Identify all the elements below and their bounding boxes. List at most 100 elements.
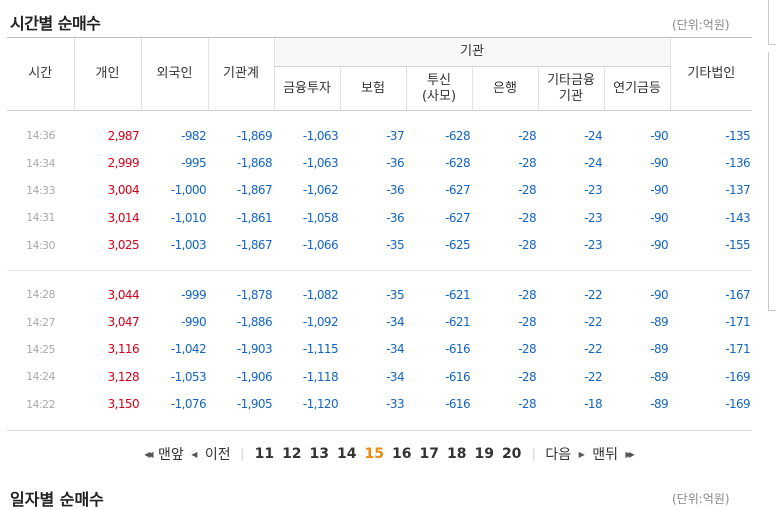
- page-number-14[interactable]: 14: [333, 446, 360, 462]
- cell-other-corp: -169: [725, 369, 751, 384]
- cell-pension: -90: [650, 238, 669, 253]
- cell-foreign: -995: [181, 156, 206, 171]
- cell-pension: -89: [650, 397, 669, 412]
- cell-pension: -90: [650, 287, 669, 302]
- page-number-16[interactable]: 16: [388, 446, 415, 462]
- next-section-title: 일자별 순매수: [10, 490, 104, 509]
- side-panel-edge-lower: [768, 52, 776, 311]
- table-row: 14:24 3,128 -1,053 -1,906 -1,118 -34 -616 -28 -2…: [7, 363, 752, 390]
- cell-time: 14:33: [26, 183, 55, 197]
- page-number-11[interactable]: 11: [251, 446, 278, 462]
- header-foreign: 외국인: [140, 37, 208, 111]
- last-page-icon[interactable]: ▶▶: [625, 450, 634, 459]
- cell-bank: -28: [518, 238, 536, 253]
- page-number-18[interactable]: 18: [443, 446, 470, 462]
- cell-institution-total: -1,867: [236, 238, 273, 253]
- prev-page-icon[interactable]: ◀: [191, 450, 197, 459]
- last-page-link[interactable]: 맨뒤: [589, 444, 621, 464]
- cell-pension: -89: [650, 369, 669, 384]
- cell-time: 14:34: [26, 156, 55, 170]
- cell-trust: -628: [445, 128, 470, 143]
- cell-other-financial: -22: [584, 315, 602, 330]
- cell-insurance: -34: [386, 342, 404, 357]
- prev-page-link[interactable]: 이전: [202, 444, 234, 464]
- header-other-corp: 기타법인: [669, 37, 753, 111]
- cell-financial-invest: -1,092: [302, 315, 339, 330]
- table-row: 14:36 2,987 -982 -1,869 -1,063 -37 -628 -28 -24 -…: [7, 122, 752, 149]
- cell-trust: -627: [445, 183, 470, 198]
- cell-insurance: -34: [386, 315, 404, 330]
- cell-financial-invest: -1,120: [302, 397, 339, 412]
- cell-trust: -625: [445, 238, 470, 253]
- first-page-link[interactable]: 맨앞: [155, 444, 187, 464]
- cell-other-corp: -136: [725, 156, 751, 171]
- next-page-link[interactable]: 다음: [542, 444, 574, 464]
- cell-foreign: -990: [181, 315, 206, 330]
- cell-bank: -28: [518, 128, 536, 143]
- cell-financial-invest: -1,063: [302, 128, 339, 143]
- cell-other-financial: -23: [584, 238, 602, 253]
- cell-foreign: -999: [181, 287, 206, 302]
- pager-divider: |: [531, 447, 536, 461]
- page-number-12[interactable]: 12: [278, 446, 305, 462]
- cell-foreign: -982: [181, 128, 206, 143]
- table-row: 14:27 3,047 -990 -1,886 -1,092 -34 -621 -28 -22 -…: [7, 308, 752, 335]
- cell-pension: -89: [650, 342, 669, 357]
- cell-insurance: -36: [386, 210, 404, 225]
- cell-foreign: -1,053: [170, 369, 207, 384]
- cell-individual: 3,004: [107, 183, 140, 198]
- cell-foreign: -1,000: [170, 183, 207, 198]
- cell-trust: -627: [445, 210, 470, 225]
- cell-time: 14:28: [26, 288, 55, 302]
- header-individual: 개인: [73, 37, 141, 111]
- cell-foreign: -1,076: [170, 397, 207, 412]
- table-row: 14:31 3,014 -1,010 -1,861 -1,058 -36 -627 -28 -2…: [7, 204, 752, 231]
- cell-bank: -28: [518, 397, 536, 412]
- page-number-20[interactable]: 20: [498, 446, 525, 462]
- cell-bank: -28: [518, 156, 536, 171]
- cell-foreign: -1,042: [170, 342, 207, 357]
- table-row: 14:25 3,116 -1,042 -1,903 -1,115 -34 -616 -28 -2…: [7, 336, 752, 363]
- cell-individual: 3,116: [107, 342, 140, 357]
- cell-individual: 3,044: [107, 287, 140, 302]
- cell-institution-total: -1,905: [236, 397, 273, 412]
- cell-foreign: -1,010: [170, 210, 207, 225]
- page-number-19[interactable]: 19: [470, 446, 497, 462]
- cell-other-corp: -135: [725, 128, 751, 143]
- section-title: 시간별 순매수: [10, 14, 101, 33]
- first-page-icon[interactable]: ◀◀: [144, 450, 153, 459]
- cell-institution-total: -1,861: [236, 210, 273, 225]
- header-insurance: 보험: [339, 66, 406, 111]
- cell-bank: -28: [518, 315, 536, 330]
- page-number-17[interactable]: 17: [415, 446, 442, 462]
- cell-bank: -28: [518, 342, 536, 357]
- page-number-15[interactable]: 15: [361, 446, 388, 462]
- cell-time: 14:27: [26, 315, 55, 329]
- cell-other-corp: -167: [725, 287, 751, 302]
- cell-institution-total: -1,903: [236, 342, 273, 357]
- header-trust: 투신 (사모): [405, 66, 472, 111]
- header-institution-group: 기관: [273, 36, 671, 68]
- next-page-icon[interactable]: ▶: [579, 450, 585, 459]
- cell-other-corp: -171: [725, 342, 751, 357]
- cell-individual: 3,150: [107, 397, 140, 412]
- table-row: 14:33 3,004 -1,000 -1,867 -1,062 -36 -627 -28 -2…: [7, 177, 752, 204]
- cell-institution-total: -1,906: [236, 369, 273, 384]
- row-spacer: [7, 259, 752, 271]
- cell-individual: 2,999: [107, 156, 140, 171]
- cell-pension: -89: [650, 315, 669, 330]
- page-number-13[interactable]: 13: [306, 446, 333, 462]
- cell-institution-total: -1,869: [236, 128, 273, 143]
- row-spacer: [7, 111, 752, 123]
- table-row: 14:28 3,044 -999 -1,878 -1,082 -35 -621 -28 -22 -…: [7, 281, 752, 308]
- unit-label: (단위:억원): [672, 18, 730, 32]
- page-number-list: 11 12 13 14 15 16 17 18 19 20: [251, 446, 526, 462]
- cell-insurance: -35: [386, 238, 404, 253]
- table-row: 14:22 3,150 -1,076 -1,905 -1,120 -33 -616 -28 -1…: [7, 391, 752, 418]
- cell-financial-invest: -1,063: [302, 156, 339, 171]
- cell-other-financial: -22: [584, 287, 602, 302]
- cell-other-financial: -22: [584, 342, 602, 357]
- cell-other-corp: -171: [725, 315, 751, 330]
- cell-time: 14:30: [26, 238, 55, 252]
- cell-insurance: -36: [386, 156, 404, 171]
